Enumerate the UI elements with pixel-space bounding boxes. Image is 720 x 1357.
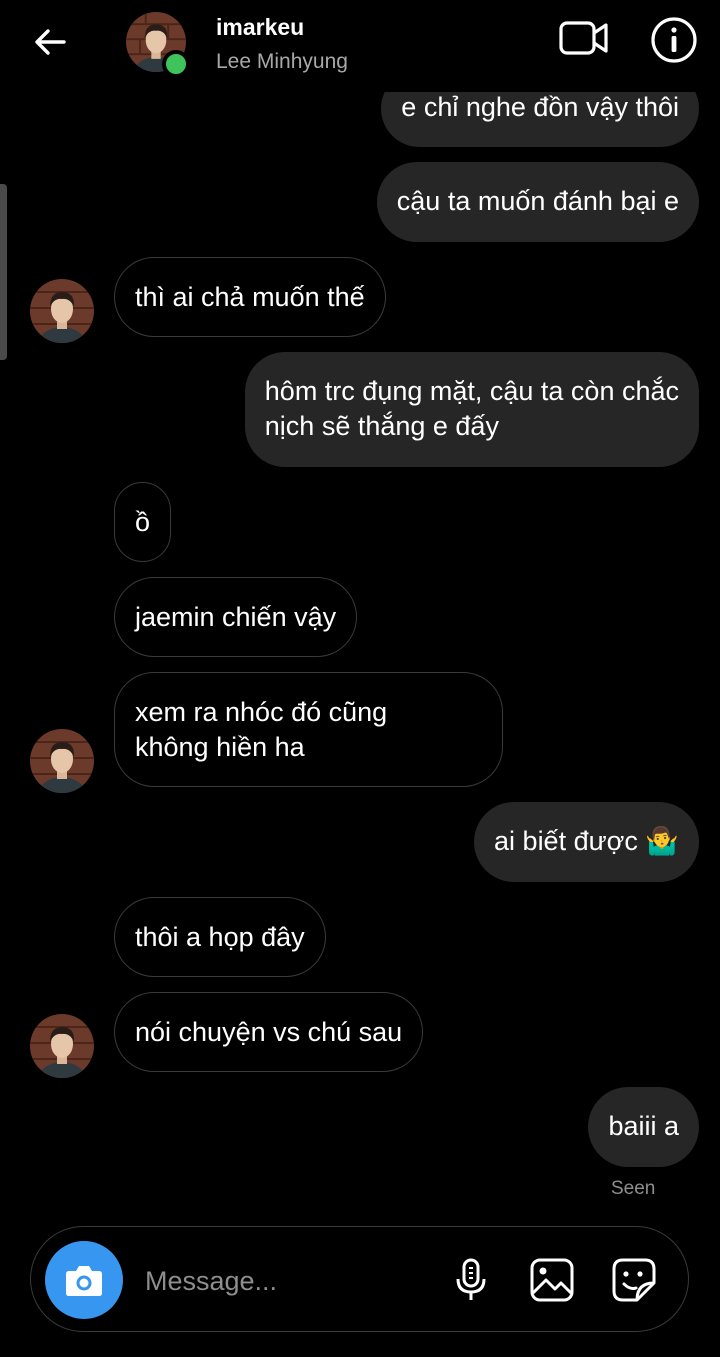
camera-icon [66,1266,102,1296]
image-gallery-icon[interactable] [529,1257,575,1303]
message-received[interactable]: ồ [114,482,172,562]
message-line: không hiền ha [135,732,305,762]
message-received[interactable]: jaemin chiến vậy [114,577,358,657]
message-sent[interactable]: baiii a [588,1087,699,1167]
chat-full-name: Lee Minhyung [216,50,348,73]
sender-avatar[interactable] [30,1014,94,1078]
back-arrow-icon[interactable] [30,22,70,62]
info-icon[interactable] [650,16,698,64]
message-input[interactable] [143,1255,427,1307]
scrollbar-thumb[interactable] [0,184,7,360]
message-line: hôm trc đụng mặt, cậu ta còn chắc [264,376,679,406]
sender-avatar[interactable] [30,729,94,793]
online-status-dot [162,50,190,78]
message-received[interactable]: xem ra nhóc đó cũng không hiền ha [114,672,503,787]
message-received[interactable]: nói chuyện vs chú sau [114,992,424,1072]
message-composer [30,1226,689,1332]
message-sent[interactable]: cậu ta muốn đánh bại e [376,162,699,242]
sticker-icon[interactable] [611,1257,657,1303]
message-received[interactable]: thì ai chả muốn thế [114,257,386,337]
video-camera-icon[interactable] [558,16,610,60]
seen-status: Seen [611,1178,656,1199]
camera-button[interactable] [45,1241,123,1319]
chat-header: imarkeu Lee Minhyung [0,0,720,92]
microphone-icon[interactable] [448,1257,494,1303]
message-line: xem ra nhóc đó cũng [135,697,388,727]
message-sent[interactable]: hôm trc đụng mặt, cậu ta còn chắc nịch s… [244,352,699,467]
message-sent[interactable]: ai biết được 🤷‍♂️ [474,802,699,882]
message-line: nịch sẽ thắng e đấy [264,411,499,441]
sender-avatar[interactable] [30,279,94,343]
chat-username[interactable]: imarkeu [216,14,304,41]
message-received[interactable]: thôi a họp đây [114,897,326,977]
